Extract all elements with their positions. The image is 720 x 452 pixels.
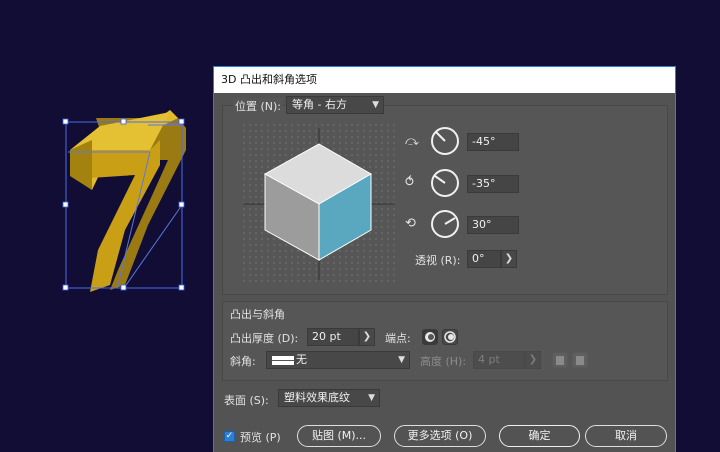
rotate-x-field[interactable]: -45° [467,133,519,151]
surface-label: 表面 (S): [224,394,269,407]
rotate-y-field[interactable]: -35° [467,175,519,193]
resize-handle [62,284,69,291]
3d-extrude-bevel-dialog: 3D 凸出和斜角选项 位置 (N): 等角 - 右方 ▼ ⤼ -45° ⥀ -3… [213,66,676,452]
cap-label: 端点: [385,332,411,345]
chevron-down-icon: ▼ [398,355,405,365]
bevel-in-icon [576,356,584,365]
ok-button[interactable]: 确定 [499,425,580,447]
extrude-depth-field[interactable]: 20 pt [307,328,359,346]
extrude-bevel-panel: 凸出与斜角 凸出厚度 (D): 20 pt ❯ 端点: 斜角: 无 ▼ 高度 (… [222,301,668,381]
perspective-label: 透视 (R): [415,254,461,267]
rotate-z-axis-icon: ⟲ [405,216,416,231]
chevron-down-icon: ▼ [372,100,379,110]
map-button[interactable]: 贴图 (M)... [297,425,381,447]
resize-handle [120,284,127,291]
extrude-bevel-title: 凸出与斜角 [230,308,285,321]
position-preset-select[interactable]: 等角 - 右方 ▼ [286,96,384,114]
preview-checkbox[interactable]: ✓ [224,431,235,442]
bevel-extent-out-button[interactable] [552,352,568,368]
cap-on-icon [425,332,435,342]
position-preset-value: 等角 - 右方 [292,98,347,111]
bevel-select[interactable]: 无 ▼ [266,351,410,369]
chevron-down-icon: ▼ [368,393,375,403]
bevel-height-label: 高度 (H): [420,355,467,368]
rotate-z-dial[interactable] [430,209,460,239]
cap-off-button[interactable] [442,329,458,345]
perspective-field[interactable]: 0° [467,250,501,268]
surface-select[interactable]: 塑料效果底纹 ▼ [278,389,380,407]
more-options-button[interactable]: 更多选项 (O) [394,425,486,447]
resize-handle [178,284,185,291]
resize-handle [120,118,127,125]
surface-value: 塑料效果底纹 [284,391,350,404]
dialog-title: 3D 凸出和斜角选项 [214,67,675,93]
position-label: 位置 (N): [233,98,284,114]
resize-handle [178,118,185,125]
cap-off-icon [444,331,456,343]
bevel-label: 斜角: [230,355,256,368]
resize-handle [178,201,185,208]
position-panel: 位置 (N): 等角 - 右方 ▼ ⤼ -45° ⥀ -35° ⟲ 30° 透视… [222,96,668,295]
bevel-height-field[interactable]: 4 pt [473,351,525,369]
bevel-height-slider-button[interactable]: ❯ [525,351,541,369]
resize-handle [62,118,69,125]
bevel-extent-in-button[interactable] [572,352,588,368]
rotation-cube-track[interactable] [241,122,397,284]
extruded-seven-object[interactable] [0,0,210,452]
bevel-value: 无 [296,353,307,366]
cap-on-button[interactable] [422,329,438,345]
bevel-out-icon [556,356,564,365]
preview-label: 预览 (P) [240,431,281,444]
perspective-slider-button[interactable]: ❯ [501,250,517,268]
extrude-depth-label: 凸出厚度 (D): [230,332,299,345]
resize-handle [62,201,69,208]
rotate-z-field[interactable]: 30° [467,216,519,234]
extrude-depth-slider-button[interactable]: ❯ [359,328,375,346]
cancel-button[interactable]: 取消 [585,425,667,447]
rotate-x-axis-icon: ⤼ [405,134,419,149]
rotate-y-axis-icon: ⥀ [405,175,414,190]
bevel-shape-icon [272,355,294,365]
rotate-y-dial[interactable] [430,168,460,198]
rotate-x-dial[interactable] [430,126,460,156]
